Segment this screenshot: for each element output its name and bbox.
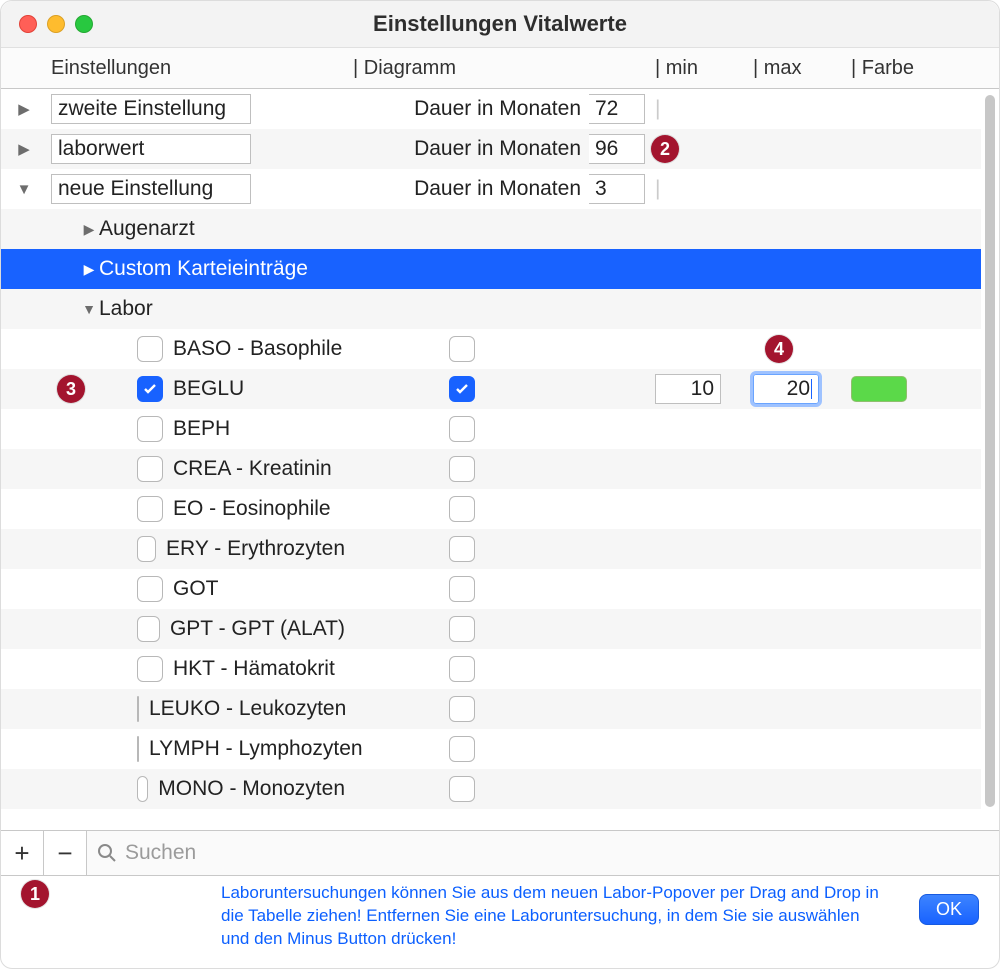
item-checkbox[interactable] xyxy=(137,376,163,402)
chevron-down-icon: ▼ xyxy=(79,301,99,317)
diagram-checkbox[interactable] xyxy=(449,456,475,482)
duration-label: Dauer in Monaten xyxy=(349,97,585,121)
item-checkbox[interactable] xyxy=(137,696,139,722)
diagram-checkbox[interactable] xyxy=(449,536,475,562)
labor-item-row[interactable]: BASO - Basophile xyxy=(1,329,981,369)
labor-item-row[interactable]: ERY - Erythrozyten xyxy=(1,529,981,569)
annotation-badge-2: 2 xyxy=(651,135,679,163)
labor-item-row[interactable]: BEPH xyxy=(1,409,981,449)
labor-item-row[interactable]: MONO - Monozyten xyxy=(1,769,981,809)
item-checkbox[interactable] xyxy=(137,496,163,522)
labor-item-row[interactable]: HKT - Hämatokrit xyxy=(1,649,981,689)
group-row-selected[interactable]: ▶Custom Karteieinträge xyxy=(1,249,981,289)
chevron-right-icon: ▶ xyxy=(79,221,99,238)
diagram-checkbox[interactable] xyxy=(449,376,475,402)
labor-item-row[interactable]: CREA - Kreatinin xyxy=(1,449,981,489)
item-checkbox[interactable] xyxy=(137,736,139,762)
search-placeholder: Suchen xyxy=(125,841,196,865)
ok-button[interactable]: OK xyxy=(919,894,979,925)
column-headers: Einstellungen | Diagramm | min | max | F… xyxy=(1,48,999,89)
col-diagramm[interactable]: | Diagramm xyxy=(349,57,585,80)
item-checkbox[interactable] xyxy=(137,536,156,562)
annotation-badge-3: 3 xyxy=(57,375,85,403)
duration-input[interactable]: 96 xyxy=(589,134,645,164)
item-checkbox[interactable] xyxy=(137,776,148,802)
setting-name-input[interactable]: laborwert xyxy=(51,134,251,164)
search-input[interactable]: Suchen xyxy=(87,841,999,865)
group-row[interactable]: ▼Labor xyxy=(1,289,981,329)
duration-input[interactable]: 72 xyxy=(589,94,645,124)
chevron-right-icon: ▶ xyxy=(79,261,99,278)
remove-button[interactable]: − xyxy=(44,831,87,875)
item-checkbox[interactable] xyxy=(137,576,163,602)
labor-item-row[interactable]: GPT - GPT (ALAT) xyxy=(1,609,981,649)
plus-icon: + xyxy=(14,838,29,869)
duration-input[interactable]: 3 xyxy=(589,174,645,204)
table-scroll-area: ▶ zweite Einstellung Dauer in Monaten 72… xyxy=(1,89,999,830)
labor-item-row[interactable]: GOT xyxy=(1,569,981,609)
diagram-checkbox[interactable] xyxy=(449,336,475,362)
diagram-checkbox[interactable] xyxy=(449,696,475,722)
window-title: Einstellungen Vitalwerte xyxy=(1,11,999,37)
diagram-checkbox[interactable] xyxy=(449,416,475,442)
setting-row[interactable]: ▶ laborwert Dauer in Monaten 96 | 2 xyxy=(1,129,981,169)
diagram-checkbox[interactable] xyxy=(449,616,475,642)
search-icon xyxy=(97,843,117,863)
hint-text: Laboruntersuchungen können Sie aus dem n… xyxy=(221,882,881,951)
expand-toggle[interactable]: ▼ xyxy=(1,181,47,198)
item-checkbox[interactable] xyxy=(137,416,163,442)
annotation-badge-4: 4 xyxy=(765,335,793,363)
annotation-badge-1: 1 xyxy=(21,880,49,908)
col-min[interactable]: | min xyxy=(651,57,749,80)
setting-row[interactable]: ▼ neue Einstellung Dauer in Monaten 3 | xyxy=(1,169,981,209)
min-input[interactable]: 10 xyxy=(655,374,721,404)
duration-label: Dauer in Monaten xyxy=(349,137,585,161)
labor-item-row[interactable]: EO - Eosinophile xyxy=(1,489,981,529)
labor-item-row[interactable]: LEUKO - Leukozyten xyxy=(1,689,981,729)
labor-item-row[interactable]: BEGLU 10 20 3 4 xyxy=(1,369,981,409)
setting-row[interactable]: ▶ zweite Einstellung Dauer in Monaten 72… xyxy=(1,89,981,129)
setting-name-input[interactable]: zweite Einstellung xyxy=(51,94,251,124)
bottom-bar: + − Suchen 1 Laboruntersuchungen können … xyxy=(1,830,999,968)
setting-name-input[interactable]: neue Einstellung xyxy=(51,174,251,204)
color-swatch[interactable] xyxy=(851,376,907,402)
item-checkbox[interactable] xyxy=(137,616,160,642)
add-button[interactable]: + xyxy=(1,831,44,875)
group-row[interactable]: ▶Augenarzt xyxy=(1,209,981,249)
col-einstellungen[interactable]: Einstellungen xyxy=(47,57,349,80)
minus-icon: − xyxy=(57,838,72,869)
duration-label: Dauer in Monaten xyxy=(349,177,585,201)
diagram-checkbox[interactable] xyxy=(449,736,475,762)
diagram-checkbox[interactable] xyxy=(449,776,475,802)
diagram-checkbox[interactable] xyxy=(449,656,475,682)
expand-toggle[interactable]: ▶ xyxy=(1,140,47,158)
item-checkbox[interactable] xyxy=(137,336,163,362)
diagram-checkbox[interactable] xyxy=(449,576,475,602)
labor-item-row[interactable]: LYMPH - Lymphozyten xyxy=(1,729,981,769)
col-farbe[interactable]: | Farbe xyxy=(847,57,951,80)
diagram-checkbox[interactable] xyxy=(449,496,475,522)
titlebar: Einstellungen Vitalwerte xyxy=(1,1,999,48)
item-checkbox[interactable] xyxy=(137,456,163,482)
col-max[interactable]: | max xyxy=(749,57,847,80)
max-input[interactable]: 20 xyxy=(753,374,819,404)
vertical-scrollbar[interactable] xyxy=(985,95,995,807)
expand-toggle[interactable]: ▶ xyxy=(1,100,47,118)
item-checkbox[interactable] xyxy=(137,656,163,682)
